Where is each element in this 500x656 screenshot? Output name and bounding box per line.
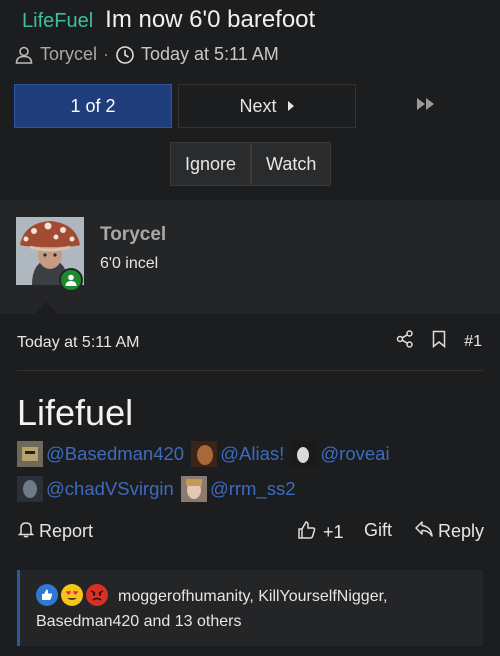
post-divider xyxy=(17,370,483,371)
mention-name: @rrm_ss2 xyxy=(209,478,296,499)
thread-title-row: LifeFuel Im now 6'0 barefoot xyxy=(22,6,315,34)
post-username[interactable]: Torycel xyxy=(100,224,166,246)
mention-avatar xyxy=(180,476,207,502)
fast-forward-icon xyxy=(416,97,436,116)
page-current[interactable]: 1 of 2 xyxy=(14,84,172,128)
like-button[interactable]: +1 xyxy=(297,520,344,545)
ignore-button[interactable]: Ignore xyxy=(170,142,252,186)
mention-chadvsvirgin[interactable]: @chadVSvirgin xyxy=(17,475,174,503)
mention-avatar xyxy=(291,441,318,467)
reply-icon xyxy=(414,520,434,543)
share-icon[interactable] xyxy=(396,330,414,353)
mention-alias[interactable]: @Alias! xyxy=(191,440,284,468)
last-page-button[interactable] xyxy=(362,84,490,128)
post-number[interactable]: #1 xyxy=(464,333,482,351)
post-actions: Report +1 Gift Reply xyxy=(17,520,484,548)
mention-basedman420[interactable]: @Basedman420 xyxy=(17,440,184,468)
bell-icon xyxy=(17,520,35,543)
post-user-block: Torycel 6'0 incel xyxy=(0,200,500,314)
mention-name: @roveai xyxy=(320,443,390,464)
meta-separator: · xyxy=(103,44,110,64)
mention-avatar xyxy=(17,476,43,502)
mention-name: @chadVSvirgin xyxy=(46,478,174,499)
next-page-button[interactable]: Next xyxy=(178,84,356,128)
thread-title: Im now 6'0 barefoot xyxy=(105,6,316,33)
post-mentions: @Basedman420 @Alias! @roveai @chadVSvirg… xyxy=(17,440,487,510)
user-icon xyxy=(14,45,34,65)
thread-actions: Ignore Watch xyxy=(170,142,332,186)
reactions-text: moggerofhumanity, KillYourselfNigger, Ba… xyxy=(36,588,388,630)
reactions-summary[interactable]: moggerofhumanity, KillYourselfNigger, Ba… xyxy=(17,570,483,646)
bookmark-icon[interactable] xyxy=(432,330,446,353)
thread-meta: Torycel · Today at 5:11 AM xyxy=(14,44,279,65)
mention-rrm-ss2[interactable]: @rrm_ss2 xyxy=(180,475,296,503)
mention-roveai[interactable]: @roveai xyxy=(291,440,390,468)
thread-author[interactable]: Torycel xyxy=(40,44,97,65)
thread-time[interactable]: Today at 5:11 AM xyxy=(141,44,279,65)
report-label: Report xyxy=(39,521,94,541)
like-count: +1 xyxy=(323,522,344,542)
mention-name: @Alias! xyxy=(220,443,285,464)
post-heading: Lifefuel xyxy=(17,392,134,433)
post-pointer xyxy=(34,302,58,314)
next-label: Next xyxy=(239,95,277,116)
post-time[interactable]: Today at 5:11 AM xyxy=(17,334,139,352)
reply-label: Reply xyxy=(438,521,485,541)
post-tools: #1 xyxy=(396,330,482,353)
mention-avatar xyxy=(17,441,43,467)
thumbs-up-icon xyxy=(297,520,317,545)
pagination: 1 of 2 Next xyxy=(14,84,490,128)
caret-right-icon xyxy=(287,96,295,117)
online-status-icon xyxy=(59,268,83,292)
mention-name: @Basedman420 xyxy=(46,443,185,464)
report-button[interactable]: Report xyxy=(17,520,93,543)
mention-avatar xyxy=(191,441,218,467)
watch-button[interactable]: Watch xyxy=(251,142,332,186)
clock-icon xyxy=(115,45,135,65)
user-title: 6'0 incel xyxy=(100,255,159,272)
thread-prefix[interactable]: LifeFuel xyxy=(22,10,93,33)
reply-button[interactable]: Reply xyxy=(414,520,484,543)
thread-header: LifeFuel Im now 6'0 barefoot Torycel · T… xyxy=(0,0,500,200)
gift-button[interactable]: Gift xyxy=(364,520,392,541)
